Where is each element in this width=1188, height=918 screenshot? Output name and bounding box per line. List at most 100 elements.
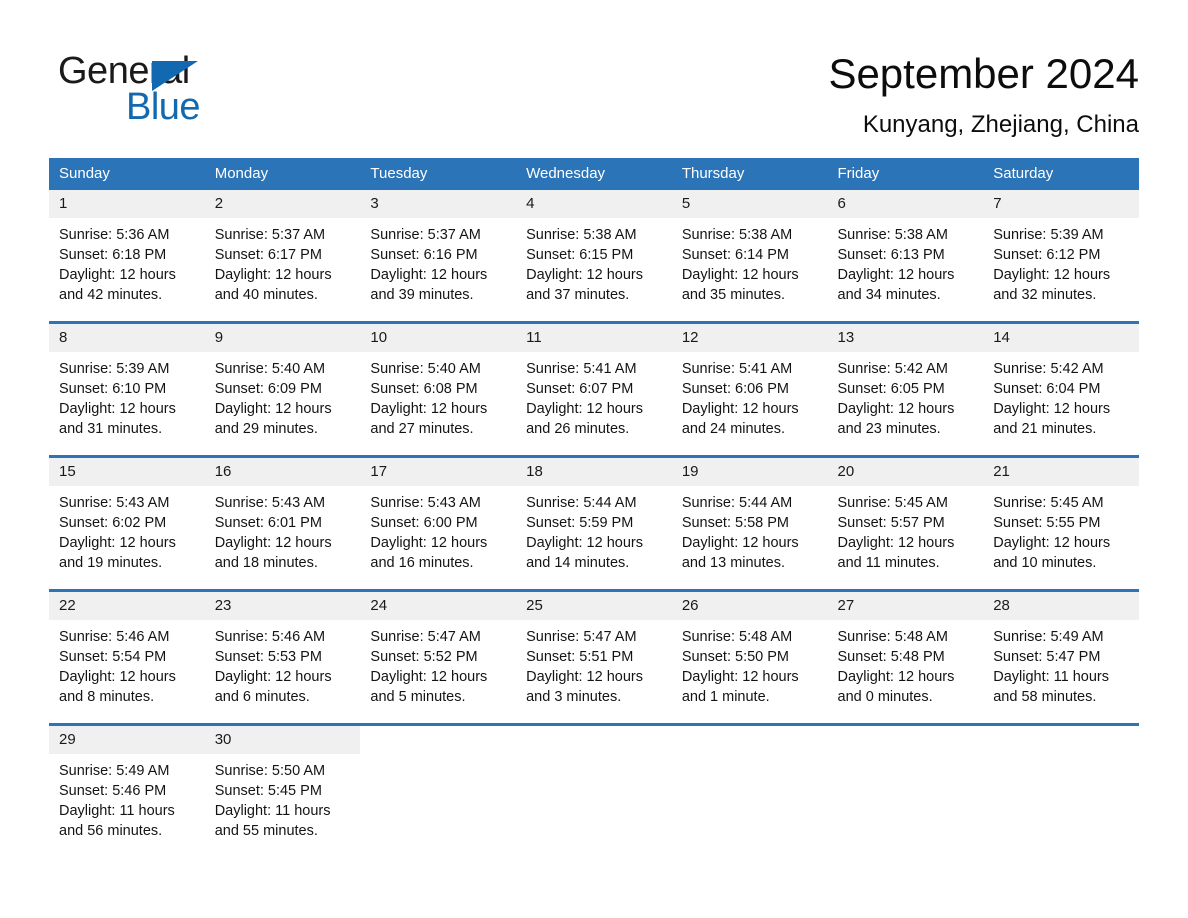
day-cell[interactable]: 6 Sunrise: 5:38 AM Sunset: 6:13 PM Dayli… [827, 190, 984, 323]
sunset-text: Sunset: 6:14 PM [681, 247, 790, 263]
daylight-text: Daylight: 12 hours and 27 minutes. [370, 401, 488, 437]
day-cell[interactable]: 10 Sunrise: 5:40 AM Sunset: 6:08 PM Dayl… [360, 321, 517, 457]
day-number: 7 [983, 190, 1139, 218]
day-cell[interactable]: 9 Sunrise: 5:40 AM Sunset: 6:09 PM Dayli… [204, 321, 361, 457]
weekday-header-row: Sunday Monday Tuesday Wednesday Thursday… [49, 158, 1139, 190]
day-cell[interactable]: 2 Sunrise: 5:37 AM Sunset: 6:17 PM Dayli… [204, 190, 361, 323]
day-cell[interactable]: 8 Sunrise: 5:39 AM Sunset: 6:10 PM Dayli… [49, 321, 205, 457]
day-details: Sunrise: 5:46 AM Sunset: 5:54 PM Dayligh… [49, 620, 205, 707]
daylight-text: Daylight: 12 hours and 32 minutes. [993, 267, 1111, 303]
sunset-text: Sunset: 6:13 PM [837, 247, 945, 263]
day-cell[interactable]: 11 Sunrise: 5:41 AM Sunset: 6:07 PM Dayl… [516, 321, 672, 457]
day-cell-empty [360, 723, 517, 857]
day-cell[interactable]: 7 Sunrise: 5:39 AM Sunset: 6:12 PM Dayli… [983, 190, 1139, 323]
day-details: Sunrise: 5:38 AM Sunset: 6:13 PM Dayligh… [828, 218, 984, 305]
sunrise-text: Sunrise: 5:44 AM [526, 495, 637, 511]
sunrise-text: Sunrise: 5:43 AM [370, 495, 481, 511]
weekday-header-tuesday: Tuesday [360, 158, 517, 190]
day-number: 8 [49, 324, 205, 352]
day-cell[interactable]: 16 Sunrise: 5:43 AM Sunset: 6:01 PM Dayl… [204, 455, 361, 591]
week-row: 29 Sunrise: 5:49 AM Sunset: 5:46 PM Dayl… [49, 723, 1139, 857]
day-number: 2 [204, 190, 361, 218]
sunrise-text: Sunrise: 5:48 AM [681, 629, 793, 645]
daylight-text: Daylight: 12 hours and 10 minutes. [993, 535, 1111, 571]
daylight-text: Daylight: 12 hours and 19 minutes. [59, 535, 176, 571]
sunrise-text: Sunrise: 5:37 AM [214, 227, 326, 243]
general-blue-logo[interactable]: General Blue [58, 50, 318, 128]
day-cell[interactable]: 25 Sunrise: 5:47 AM Sunset: 5:51 PM Dayl… [516, 589, 672, 725]
sunset-text: Sunset: 5:51 PM [526, 649, 634, 665]
sunset-text: Sunset: 5:52 PM [370, 649, 478, 665]
day-number: 1 [49, 190, 205, 218]
day-details: Sunrise: 5:49 AM Sunset: 5:47 PM Dayligh… [983, 620, 1139, 707]
day-number: 22 [49, 592, 205, 620]
day-cell[interactable]: 13 Sunrise: 5:42 AM Sunset: 6:05 PM Dayl… [827, 321, 984, 457]
day-cell[interactable]: 19 Sunrise: 5:44 AM Sunset: 5:58 PM Dayl… [671, 455, 828, 591]
weekday-header-saturday: Saturday [983, 158, 1139, 190]
day-cell[interactable]: 3 Sunrise: 5:37 AM Sunset: 6:16 PM Dayli… [360, 190, 517, 323]
sunset-text: Sunset: 5:59 PM [526, 515, 634, 531]
day-cell[interactable]: 15 Sunrise: 5:43 AM Sunset: 6:02 PM Dayl… [49, 455, 205, 591]
day-cell[interactable]: 17 Sunrise: 5:43 AM Sunset: 6:00 PM Dayl… [360, 455, 517, 591]
day-number: 10 [360, 324, 517, 352]
day-cell[interactable]: 20 Sunrise: 5:45 AM Sunset: 5:57 PM Dayl… [827, 455, 984, 591]
day-cell[interactable]: 14 Sunrise: 5:42 AM Sunset: 6:04 PM Dayl… [983, 321, 1139, 457]
sunrise-text: Sunrise: 5:41 AM [681, 361, 793, 377]
daylight-text: Daylight: 12 hours and 5 minutes. [370, 669, 488, 705]
day-details: Sunrise: 5:42 AM Sunset: 6:04 PM Dayligh… [983, 352, 1139, 439]
sunset-text: Sunset: 6:09 PM [214, 381, 322, 397]
sunset-text: Sunset: 6:07 PM [526, 381, 634, 397]
day-cell[interactable]: 21 Sunrise: 5:45 AM Sunset: 5:55 PM Dayl… [983, 455, 1139, 591]
day-number: 15 [49, 458, 205, 486]
day-cell[interactable]: 28 Sunrise: 5:49 AM Sunset: 5:47 PM Dayl… [983, 589, 1139, 725]
sunrise-text: Sunrise: 5:36 AM [59, 227, 170, 243]
sunset-text: Sunset: 6:12 PM [993, 247, 1101, 263]
day-cell[interactable]: 30 Sunrise: 5:50 AM Sunset: 5:45 PM Dayl… [204, 723, 361, 857]
day-cell[interactable]: 18 Sunrise: 5:44 AM Sunset: 5:59 PM Dayl… [516, 455, 672, 591]
day-cell[interactable]: 27 Sunrise: 5:48 AM Sunset: 5:48 PM Dayl… [827, 589, 984, 725]
sunset-text: Sunset: 5:50 PM [681, 649, 790, 665]
daylight-text: Daylight: 12 hours and 34 minutes. [837, 267, 955, 303]
day-cell[interactable]: 12 Sunrise: 5:41 AM Sunset: 6:06 PM Dayl… [671, 321, 828, 457]
day-number: 27 [827, 592, 984, 620]
day-number: 6 [827, 190, 984, 218]
day-number [983, 726, 1139, 754]
sunrise-text: Sunrise: 5:41 AM [526, 361, 637, 377]
day-cell[interactable]: 26 Sunrise: 5:48 AM Sunset: 5:50 PM Dayl… [671, 589, 828, 725]
sunset-text: Sunset: 6:08 PM [370, 381, 478, 397]
day-details: Sunrise: 5:44 AM Sunset: 5:59 PM Dayligh… [516, 486, 672, 573]
day-number: 28 [983, 592, 1139, 620]
sunset-text: Sunset: 6:05 PM [837, 381, 945, 397]
sunset-text: Sunset: 6:15 PM [526, 247, 634, 263]
sunrise-text: Sunrise: 5:39 AM [993, 227, 1104, 243]
location-subtitle: Kunyang, Zhejiang, China [862, 111, 1139, 138]
weekday-header-wednesday: Wednesday [516, 158, 672, 190]
week-row: 8 Sunrise: 5:39 AM Sunset: 6:10 PM Dayli… [49, 321, 1139, 457]
daylight-text: Daylight: 11 hours and 55 minutes. [214, 803, 331, 839]
sunset-text: Sunset: 6:18 PM [59, 247, 167, 263]
sunset-text: Sunset: 6:04 PM [993, 381, 1101, 397]
day-cell-empty [827, 723, 984, 857]
day-cell[interactable]: 5 Sunrise: 5:38 AM Sunset: 6:14 PM Dayli… [671, 190, 828, 323]
sunrise-text: Sunrise: 5:37 AM [370, 227, 481, 243]
day-number: 11 [516, 324, 672, 352]
sunrise-text: Sunrise: 5:42 AM [837, 361, 948, 377]
sunrise-text: Sunrise: 5:40 AM [214, 361, 326, 377]
day-number: 9 [204, 324, 361, 352]
day-cell[interactable]: 4 Sunrise: 5:38 AM Sunset: 6:15 PM Dayli… [516, 190, 672, 323]
day-cell-empty [516, 723, 672, 857]
day-number: 29 [49, 726, 205, 754]
logo-text-blue: Blue [126, 86, 201, 128]
day-cell[interactable]: 1 Sunrise: 5:36 AM Sunset: 6:18 PM Dayli… [49, 190, 205, 323]
daylight-text: Daylight: 11 hours and 58 minutes. [993, 669, 1110, 705]
sunset-text: Sunset: 6:10 PM [59, 381, 167, 397]
day-cell[interactable]: 24 Sunrise: 5:47 AM Sunset: 5:52 PM Dayl… [360, 589, 517, 725]
day-details: Sunrise: 5:48 AM Sunset: 5:50 PM Dayligh… [672, 620, 828, 707]
day-details: Sunrise: 5:38 AM Sunset: 6:15 PM Dayligh… [516, 218, 672, 305]
day-number [516, 726, 672, 754]
sunrise-text: Sunrise: 5:43 AM [214, 495, 326, 511]
day-cell[interactable]: 23 Sunrise: 5:46 AM Sunset: 5:53 PM Dayl… [204, 589, 361, 725]
day-cell[interactable]: 29 Sunrise: 5:49 AM Sunset: 5:46 PM Dayl… [49, 723, 205, 857]
day-number: 24 [360, 592, 517, 620]
day-cell[interactable]: 22 Sunrise: 5:46 AM Sunset: 5:54 PM Dayl… [49, 589, 205, 725]
